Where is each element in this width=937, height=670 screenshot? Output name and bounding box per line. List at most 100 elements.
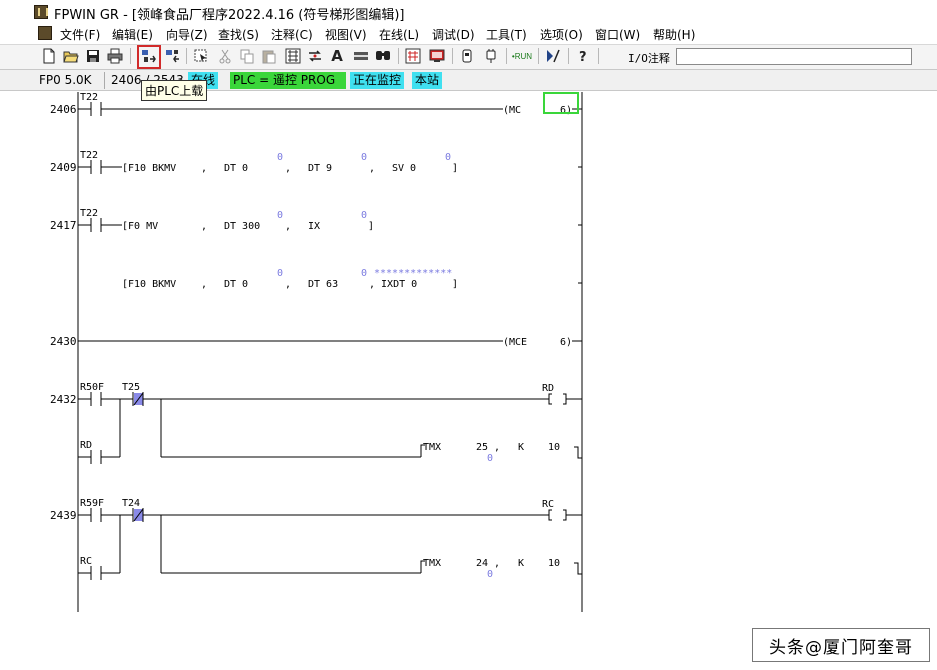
contact-no[interactable]	[78, 508, 133, 522]
monitor-value: 0	[277, 268, 283, 279]
contact-no[interactable]	[78, 392, 133, 406]
contact-no[interactable]	[78, 450, 120, 464]
bar-icon[interactable]	[352, 47, 370, 65]
operand[interactable]: DT 63	[308, 279, 338, 290]
timer-instruction[interactable]: TMX	[423, 442, 441, 453]
coil-instruction[interactable]: (MCE	[503, 337, 527, 348]
ladder-canvas[interactable]: 2406 T22 (MC 6) 2409 T22 [F10 BKMV , DT …	[0, 92, 937, 670]
timer-preset[interactable]: 10	[548, 558, 560, 569]
instruction-comma: ,	[285, 221, 291, 232]
menu-comment[interactable]: 注释(C)	[271, 26, 313, 43]
monitor-value: *************	[374, 268, 452, 279]
help-icon[interactable]: ?	[574, 47, 592, 65]
coil-label: RD	[542, 383, 554, 394]
contact-label: RD	[80, 440, 92, 451]
timer-preset[interactable]: 10	[548, 442, 560, 453]
rung-number: 2409	[50, 161, 77, 174]
instruction-close: ]	[368, 221, 374, 232]
download-to-plc-icon[interactable]	[164, 47, 182, 65]
menu-window[interactable]: 窗口(W)	[595, 26, 640, 43]
monitor-value: 0	[277, 210, 283, 221]
menu-tools[interactable]: 工具(T)	[486, 26, 527, 43]
new-file-icon[interactable]	[40, 47, 58, 65]
app-icon[interactable]	[34, 5, 48, 19]
toolbar-separator	[538, 48, 539, 64]
contact-no[interactable]	[78, 218, 122, 232]
io-comment-label: I/O注释	[628, 52, 670, 65]
instruction-comma: ,	[494, 558, 500, 569]
document-icon[interactable]	[38, 26, 52, 40]
rung-number: 2432	[50, 393, 77, 406]
menu-options[interactable]: 选项(O)	[540, 26, 583, 43]
stop-icon[interactable]	[544, 47, 562, 65]
monitor-icon[interactable]	[428, 47, 446, 65]
instruction-name[interactable]: [F10 BKMV	[122, 279, 176, 290]
contact-label: T22	[80, 150, 98, 161]
rung-number: 2439	[50, 509, 77, 522]
instruction-close: ]	[452, 279, 458, 290]
operand[interactable]: DT 0	[224, 279, 248, 290]
toolbar-separator	[398, 48, 399, 64]
contact-no[interactable]	[78, 566, 120, 580]
replace-icon[interactable]	[306, 47, 324, 65]
status-plc-mode: PLC = 遥控 PROG	[230, 72, 346, 89]
plc-link-icon[interactable]	[482, 47, 500, 65]
instruction-comma: ,	[201, 163, 207, 174]
paste-icon[interactable]	[260, 47, 278, 65]
convert-icon[interactable]	[284, 47, 302, 65]
run-icon[interactable]: •RUN	[510, 47, 534, 65]
menu-debug[interactable]: 调试(D)	[432, 26, 475, 43]
menu-file[interactable]: 文件(F)	[60, 26, 100, 43]
select-icon[interactable]	[192, 47, 210, 65]
instruction-bracket	[574, 562, 582, 575]
rung-number: 2430	[50, 335, 77, 348]
instruction-name[interactable]: [F10 BKMV	[122, 163, 176, 174]
output-coil[interactable]	[548, 509, 582, 521]
timer-number[interactable]: 25	[476, 442, 488, 453]
coil-instruction[interactable]: (MC	[503, 105, 521, 116]
toolbar-separator	[568, 48, 569, 64]
menu-online[interactable]: 在线(L)	[379, 26, 419, 43]
menu-help[interactable]: 帮助(H)	[653, 26, 695, 43]
timer-number[interactable]: 24	[476, 558, 488, 569]
contact-no[interactable]	[78, 102, 102, 116]
rung-number: 2406	[50, 103, 77, 116]
copy-icon[interactable]	[238, 47, 256, 65]
io-comment-input[interactable]	[676, 48, 912, 65]
operand[interactable]: DT 300	[224, 221, 260, 232]
operand[interactable]: DT 9	[308, 163, 332, 174]
contact-nc[interactable]	[132, 508, 144, 522]
menu-find[interactable]: 查找(S)	[218, 26, 259, 43]
ladder-editor[interactable]: 2406 T22 (MC 6) 2409 T22 [F10 BKMV , DT …	[0, 92, 937, 670]
plc-mode-icon[interactable]	[458, 47, 476, 65]
print-icon[interactable]	[106, 47, 124, 65]
io-map-icon[interactable]	[404, 47, 422, 65]
save-icon[interactable]	[84, 47, 102, 65]
toolbar-separator	[130, 48, 131, 64]
open-folder-icon[interactable]	[62, 47, 80, 65]
instruction-name[interactable]: [F0 MV	[122, 221, 158, 232]
operand[interactable]: , IXDT 0	[369, 279, 417, 290]
toolbar-separator	[598, 48, 599, 64]
status-station: 本站	[412, 72, 443, 89]
find-icon[interactable]	[374, 47, 392, 65]
menu-wizard[interactable]: 向导(Z)	[166, 26, 208, 43]
contact-label: R59F	[80, 498, 104, 509]
output-coil[interactable]	[548, 393, 582, 405]
operand[interactable]: SV 0	[392, 163, 416, 174]
menu-edit[interactable]: 编辑(E)	[112, 26, 153, 43]
contact-no[interactable]	[78, 160, 122, 174]
contact-nc[interactable]	[132, 392, 144, 406]
cut-icon[interactable]	[216, 47, 234, 65]
text-icon[interactable]: A	[328, 47, 346, 65]
instruction-close: ]	[452, 163, 458, 174]
menu-view[interactable]: 视图(V)	[325, 26, 367, 43]
operand[interactable]: DT 0	[224, 163, 248, 174]
toolbar-separator	[506, 48, 507, 64]
toolbar-separator	[452, 48, 453, 64]
instruction-comma: ,	[494, 442, 500, 453]
operand[interactable]: IX	[308, 221, 320, 232]
timer-instruction[interactable]: TMX	[423, 558, 441, 569]
contact-label: R50F	[80, 382, 104, 393]
instruction-comma: ,	[369, 163, 375, 174]
